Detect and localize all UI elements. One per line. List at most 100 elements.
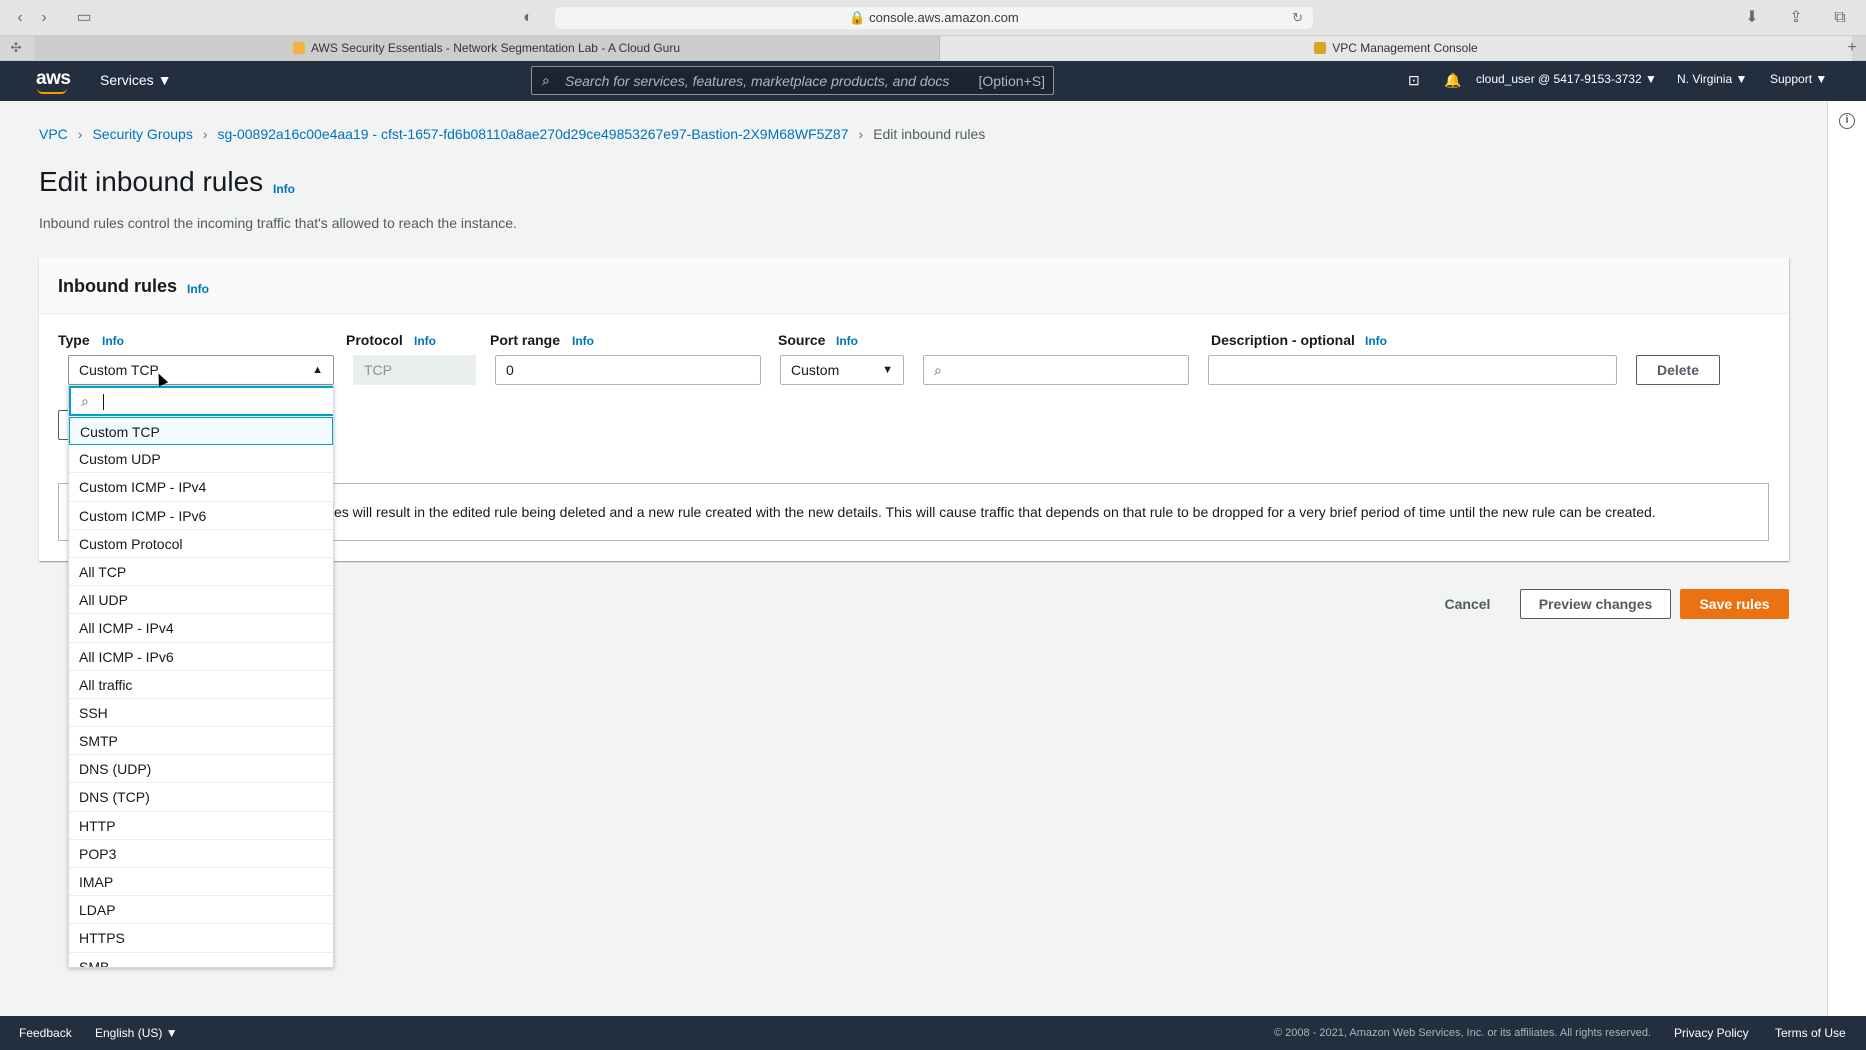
search-icon: ⌕ bbox=[542, 72, 550, 88]
console-footer: Feedback English (US) ▼ © 2008 - 2021, A… bbox=[0, 1016, 1866, 1050]
type-option[interactable]: HTTPS bbox=[69, 924, 333, 953]
lock-icon: 🔒 bbox=[849, 10, 866, 25]
description-info-link[interactable]: Info bbox=[1365, 334, 1387, 348]
protocol-field: TCP bbox=[353, 355, 476, 385]
caret-down-icon: ▼ bbox=[157, 72, 172, 88]
type-option[interactable]: Custom UDP bbox=[69, 445, 333, 474]
page-description: Inbound rules control the incoming traff… bbox=[39, 215, 517, 231]
smile-icon bbox=[37, 88, 67, 94]
text-caret bbox=[103, 394, 104, 410]
cloud-favicon-icon bbox=[292, 42, 305, 54]
page-info-link[interactable]: Info bbox=[273, 182, 295, 196]
source-label: Source bbox=[778, 332, 826, 348]
source-select[interactable]: Custom ▼ bbox=[780, 355, 904, 385]
type-option[interactable]: POP3 bbox=[69, 840, 333, 868]
feedback-link[interactable]: Feedback bbox=[19, 1026, 72, 1040]
tab-vpc-console[interactable]: VPC Management Console bbox=[940, 36, 1852, 61]
chevron-right-icon: › bbox=[77, 126, 83, 142]
source-value: Custom bbox=[791, 362, 840, 378]
cloudshell-icon[interactable]: ⊡ bbox=[1408, 72, 1420, 89]
browser-toolbar: ‹ › ▭ ◐ 🔒 console.aws.amazon.com ↻ ⬇ ⇪ ⧉ bbox=[0, 0, 1866, 36]
search-icon: ⌕ bbox=[934, 362, 942, 378]
download-icon[interactable]: ⬇ bbox=[1740, 8, 1764, 28]
type-label: Type bbox=[58, 332, 90, 348]
tab-label: VPC Management Console bbox=[1332, 41, 1478, 55]
aws-logo[interactable]: aws bbox=[36, 68, 71, 94]
type-option[interactable]: All TCP bbox=[69, 558, 333, 587]
terms-of-use-link[interactable]: Terms of Use bbox=[1775, 1026, 1846, 1040]
type-info-link[interactable]: Info bbox=[102, 334, 124, 348]
address-bar[interactable]: 🔒 console.aws.amazon.com ↻ bbox=[555, 7, 1313, 29]
reload-icon[interactable]: ↻ bbox=[1292, 7, 1303, 29]
panel-title: Inbound rules bbox=[58, 276, 177, 296]
bell-icon[interactable]: 🔔 bbox=[1444, 72, 1461, 89]
description-input[interactable] bbox=[1208, 355, 1617, 385]
services-menu[interactable]: Services ▼ bbox=[100, 72, 171, 88]
port-range-input[interactable]: 0 bbox=[495, 355, 761, 385]
logo-text: aws bbox=[36, 68, 71, 89]
description-label: Description - optional bbox=[1211, 332, 1355, 348]
type-option[interactable]: All ICMP - IPv6 bbox=[69, 643, 333, 671]
search-input[interactable]: ⌕ Search for services, features, marketp… bbox=[531, 66, 1054, 95]
type-filter-input[interactable]: ⌕ bbox=[69, 386, 333, 416]
type-option[interactable]: SSH bbox=[69, 699, 333, 728]
source-info-link[interactable]: Info bbox=[836, 334, 858, 348]
type-option[interactable]: All traffic bbox=[69, 671, 333, 699]
back-icon[interactable]: ‹ bbox=[8, 8, 32, 28]
region-menu[interactable]: N. Virginia ▼ bbox=[1677, 72, 1747, 86]
type-option[interactable]: Custom TCP bbox=[69, 417, 333, 446]
language-select[interactable]: English (US) ▼ bbox=[95, 1026, 178, 1040]
type-option[interactable]: SMTP bbox=[69, 727, 333, 756]
type-option[interactable]: All ICMP - IPv4 bbox=[69, 614, 333, 643]
source-cidr-input[interactable]: ⌕ bbox=[923, 355, 1189, 385]
url-text: console.aws.amazon.com bbox=[869, 10, 1019, 25]
type-dropdown-menu: ⌕ Custom TCP Custom UDP Custom ICMP - IPv4… bbox=[68, 385, 334, 968]
port-range-info-link[interactable]: Info bbox=[572, 334, 594, 348]
type-option[interactable]: All UDP bbox=[69, 586, 333, 615]
type-option[interactable]: Custom Protocol bbox=[69, 530, 333, 558]
type-option[interactable]: Custom ICMP - IPv6 bbox=[69, 502, 333, 530]
aws-top-nav: aws Services ▼ ⌕ Search for services, fe… bbox=[0, 61, 1866, 101]
chevron-right-icon: › bbox=[858, 126, 864, 142]
port-range-value: 0 bbox=[506, 362, 514, 378]
shield-icon[interactable]: ◐ bbox=[516, 8, 540, 28]
cancel-button[interactable]: Cancel bbox=[1430, 589, 1505, 619]
language-label: English (US) bbox=[95, 1026, 163, 1040]
breadcrumb-vpc[interactable]: VPC bbox=[39, 126, 68, 142]
port-range-label: Port range bbox=[490, 332, 561, 348]
chevron-right-icon: › bbox=[202, 126, 208, 142]
type-option[interactable]: IMAP bbox=[69, 868, 333, 897]
delete-rule-button[interactable]: Delete bbox=[1636, 355, 1720, 385]
account-menu[interactable]: cloud_user @ 5417-9153-3732 ▼ bbox=[1476, 72, 1657, 86]
share-icon[interactable]: ⇪ bbox=[1784, 8, 1808, 28]
tab-acloudguru[interactable]: AWS Security Essentials - Network Segmen… bbox=[34, 36, 940, 61]
type-option[interactable]: HTTP bbox=[69, 812, 333, 840]
tab-label: AWS Security Essentials - Network Segmen… bbox=[310, 41, 681, 55]
slack-icon[interactable]: ✣ bbox=[4, 38, 28, 58]
type-option[interactable]: DNS (UDP) bbox=[69, 755, 333, 784]
sidebar-toggle-icon[interactable]: ▭ bbox=[72, 8, 96, 28]
tabs-overview-icon[interactable]: ⧉ bbox=[1828, 8, 1852, 28]
breadcrumb-security-groups[interactable]: Security Groups bbox=[92, 126, 192, 142]
type-option[interactable]: LDAP bbox=[69, 896, 333, 925]
support-menu[interactable]: Support ▼ bbox=[1770, 72, 1827, 86]
type-option[interactable]: DNS (TCP) bbox=[69, 783, 333, 812]
breadcrumb-current: Edit inbound rules bbox=[873, 126, 986, 142]
type-select[interactable]: Custom TCP ▲ bbox=[68, 355, 334, 385]
region-label: N. Virginia bbox=[1677, 72, 1733, 86]
protocol-label: Protocol bbox=[346, 332, 403, 348]
privacy-policy-link[interactable]: Privacy Policy bbox=[1674, 1026, 1749, 1040]
breadcrumb-security-group[interactable]: sg-00892a16c00e4aa19 - cfst-1657-fd6b081… bbox=[218, 126, 849, 142]
forward-icon[interactable]: › bbox=[32, 8, 56, 28]
panel-info-link[interactable]: Info bbox=[187, 282, 209, 296]
type-option[interactable]: SMB bbox=[69, 953, 333, 967]
account-label: cloud_user @ 5417-9153-3732 bbox=[1476, 72, 1642, 86]
caret-up-icon: ▲ bbox=[312, 364, 323, 376]
protocol-info-link[interactable]: Info bbox=[414, 334, 436, 348]
info-circle-icon[interactable]: i bbox=[1839, 113, 1855, 129]
new-tab-icon[interactable]: + bbox=[1840, 38, 1864, 58]
preview-changes-button[interactable]: Preview changes bbox=[1520, 589, 1671, 619]
save-rules-button[interactable]: Save rules bbox=[1680, 589, 1789, 619]
type-option[interactable]: Custom ICMP - IPv4 bbox=[69, 473, 333, 502]
alert-text: es will result in the edited rule being … bbox=[334, 504, 1656, 520]
